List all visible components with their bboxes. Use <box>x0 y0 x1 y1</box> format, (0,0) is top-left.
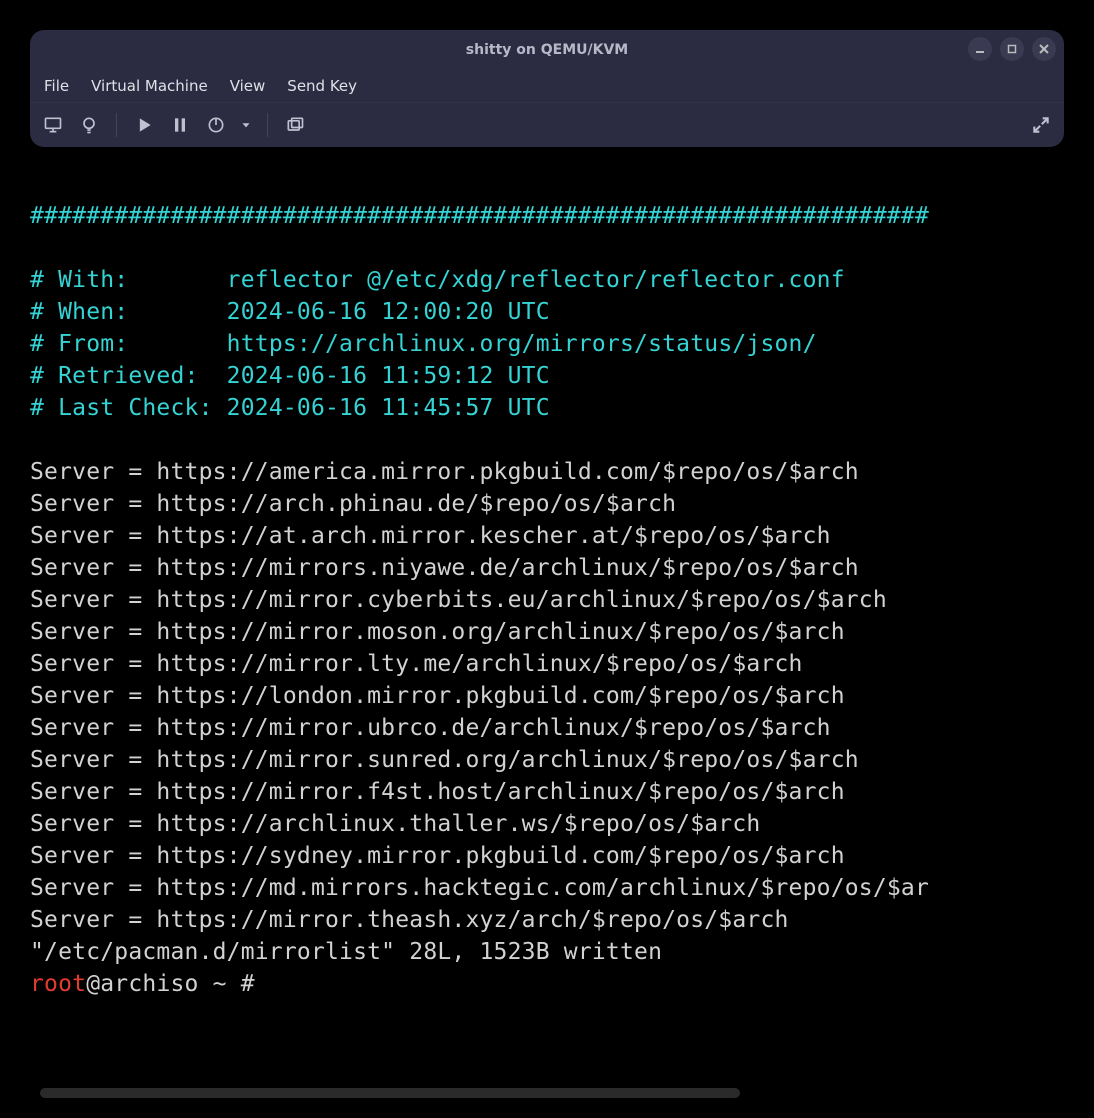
server-line: Server = https://sydney.mirror.pkgbuild.… <box>30 843 845 869</box>
run-button[interactable] <box>131 112 157 138</box>
horizontal-scrollbar[interactable] <box>40 1088 1054 1098</box>
close-icon <box>1038 43 1050 55</box>
menu-view[interactable]: View <box>230 77 266 95</box>
monitor-icon <box>43 115 63 135</box>
terminal-output[interactable]: ########################################… <box>30 200 1064 1000</box>
header-lastcheck-key: # Last Check: <box>30 395 227 421</box>
vim-written-line: "/etc/pacman.d/mirrorlist" 28L, 1523B wr… <box>30 939 662 965</box>
header-when-key: # When: <box>30 299 227 325</box>
toolbar <box>30 102 1064 147</box>
server-line: Server = https://mirrors.niyawe.de/archl… <box>30 555 859 581</box>
server-line: Server = https://md.mirrors.hacktegic.co… <box>30 875 929 901</box>
header-from-val: https://archlinux.org/mirrors/status/jso… <box>227 331 817 357</box>
minimize-icon <box>974 43 986 55</box>
prompt-rest: @archiso ~ # <box>86 971 269 997</box>
titlebar: shitty on QEMU/KVM <box>30 30 1064 70</box>
server-line: Server = https://arch.phinau.de/$repo/os… <box>30 491 676 517</box>
vm-window: shitty on QEMU/KVM File Virtual Machine … <box>30 30 1064 147</box>
header-when-val: 2024-06-16 12:00:20 UTC <box>227 299 550 325</box>
power-icon <box>206 115 226 135</box>
menu-file[interactable]: File <box>44 77 69 95</box>
toolbar-separator-2 <box>267 113 268 137</box>
server-line: Server = https://mirror.theash.xyz/arch/… <box>30 907 789 933</box>
server-line: Server = https://mirror.sunred.org/archl… <box>30 747 859 773</box>
scrollbar-thumb[interactable] <box>40 1088 740 1098</box>
pause-icon <box>170 115 190 135</box>
bulb-icon <box>79 115 99 135</box>
menubar: File Virtual Machine View Send Key <box>30 70 1064 102</box>
chevron-down-icon <box>239 115 253 135</box>
server-line: Server = https://archlinux.thaller.ws/$r… <box>30 811 760 837</box>
toolbar-separator <box>116 113 117 137</box>
prompt-user: root <box>30 971 86 997</box>
play-icon <box>134 115 154 135</box>
server-line: Server = https://at.arch.mirror.kescher.… <box>30 523 831 549</box>
server-line: Server = https://mirror.moson.org/archli… <box>30 619 845 645</box>
maximize-button[interactable] <box>1000 37 1024 61</box>
header-with-key: # With: <box>30 267 227 293</box>
server-line: Server = https://mirror.ubrco.de/archlin… <box>30 715 831 741</box>
server-line: Server = https://mirror.lty.me/archlinux… <box>30 651 803 677</box>
pause-button[interactable] <box>167 112 193 138</box>
header-from-key: # From: <box>30 331 227 357</box>
server-line: Server = https://america.mirror.pkgbuild… <box>30 459 859 485</box>
hash-line: ########################################… <box>30 203 929 229</box>
details-button[interactable] <box>76 112 102 138</box>
header-retrieved-val: 2024-06-16 11:59:12 UTC <box>227 363 550 389</box>
minimize-button[interactable] <box>968 37 992 61</box>
menu-vm[interactable]: Virtual Machine <box>91 77 208 95</box>
snapshots-button[interactable] <box>282 112 308 138</box>
menu-sendkey[interactable]: Send Key <box>287 77 357 95</box>
header-with-val: reflector @/etc/xdg/reflector/reflector.… <box>227 267 845 293</box>
window-title: shitty on QEMU/KVM <box>466 42 628 58</box>
fullscreen-button[interactable] <box>1028 112 1054 138</box>
console-button[interactable] <box>40 112 66 138</box>
maximize-icon <box>1006 43 1018 55</box>
power-dropdown[interactable] <box>239 112 253 138</box>
server-line: Server = https://london.mirror.pkgbuild.… <box>30 683 845 709</box>
window-controls <box>968 37 1056 61</box>
snapshots-icon <box>285 115 305 135</box>
server-line: Server = https://mirror.cyberbits.eu/arc… <box>30 587 887 613</box>
header-lastcheck-val: 2024-06-16 11:45:57 UTC <box>227 395 550 421</box>
fullscreen-icon <box>1031 115 1051 135</box>
header-retrieved-key: # Retrieved: <box>30 363 227 389</box>
close-button[interactable] <box>1032 37 1056 61</box>
server-line: Server = https://mirror.f4st.host/archli… <box>30 779 845 805</box>
power-button[interactable] <box>203 112 229 138</box>
